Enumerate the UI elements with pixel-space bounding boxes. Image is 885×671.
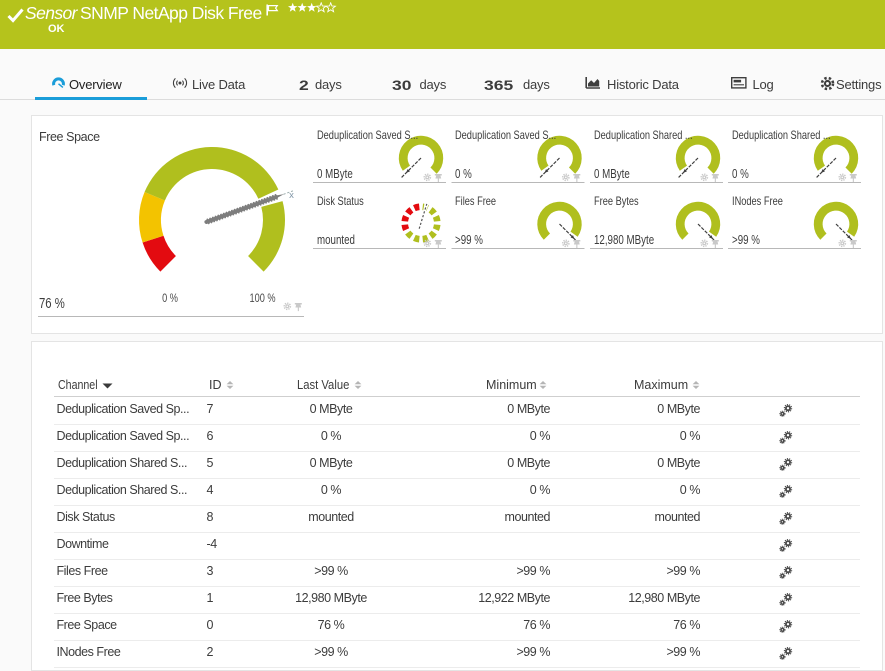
svg-text:x: x	[289, 190, 294, 201]
svg-text:100 %: 100 %	[249, 293, 275, 305]
svg-text:0 %: 0 %	[162, 293, 178, 305]
